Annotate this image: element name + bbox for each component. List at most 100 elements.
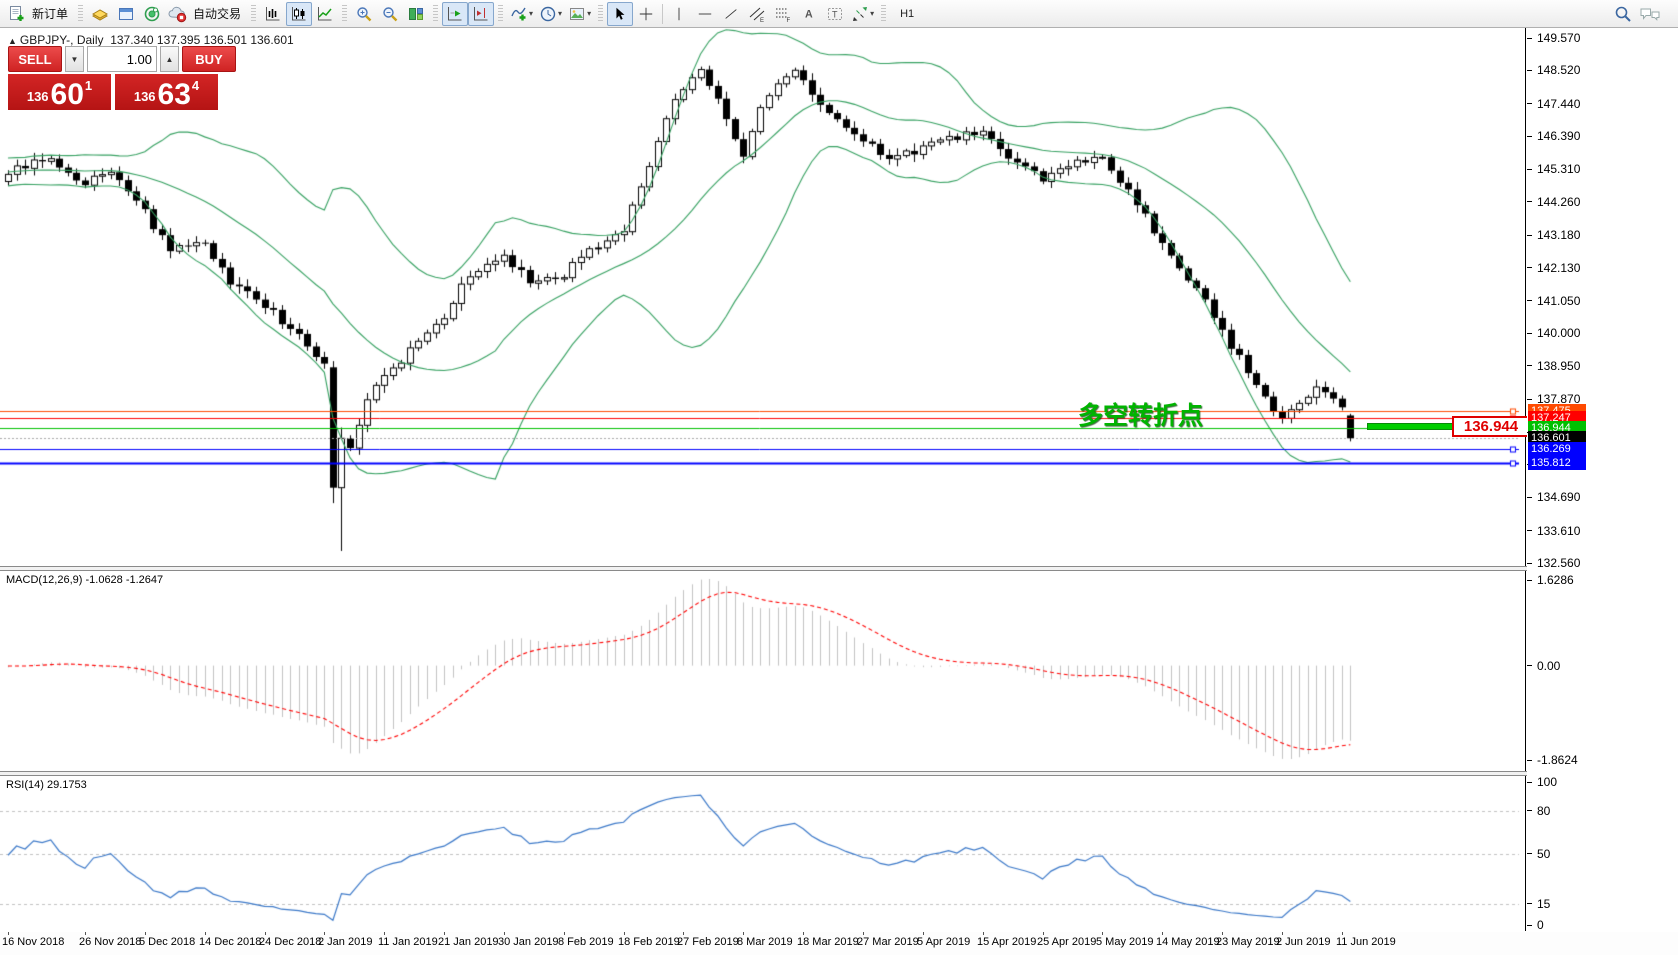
search-icon [1614,5,1632,23]
price-tick: 146.390 [1527,129,1580,143]
rsi-tick: 50 [1527,847,1550,861]
candlestick-chart-button[interactable] [286,2,312,26]
price-tick: 145.310 [1527,162,1580,176]
svg-text:T: T [832,9,838,19]
navigator-button[interactable] [139,2,165,26]
rsi-panel[interactable]: RSI(14) 29.1753 [0,776,1526,931]
svg-text:E: E [760,18,764,23]
sell-price-pip: 1 [85,78,92,93]
volume-down-button[interactable]: ▼ [65,46,84,72]
date-tick-mark [683,932,684,935]
data-window-icon [117,5,135,23]
macd-canvas[interactable] [0,571,1525,771]
chevron-down-icon: ▾ [529,9,533,18]
support-highlight-segment[interactable] [1367,423,1453,430]
date-tick-mark [145,932,146,935]
volume-input[interactable] [87,46,157,72]
price-chart-canvas[interactable] [0,28,1525,566]
date-label: 5 Apr 2019 [917,936,970,948]
date-label: 8 Mar 2019 [737,936,793,948]
tile-windows-button[interactable] [403,2,429,26]
crosshair-button[interactable] [633,2,659,26]
date-label: 27 Mar 2019 [857,936,919,948]
chat-button[interactable] [1636,2,1664,26]
sell-price[interactable]: 136 60 1 [8,74,111,110]
toolbar: 新订单 自动交易 [0,0,1678,28]
buy-price[interactable]: 136 63 4 [115,74,218,110]
vertical-line-button[interactable] [666,2,692,26]
date-label: 15 Apr 2019 [977,936,1036,948]
sell-button[interactable]: SELL [8,46,62,72]
rsi-value: 29.1753 [47,779,87,791]
horizontal-line-button[interactable] [692,2,718,26]
date-label: 18 Mar 2019 [797,936,859,948]
date-label: 27 Feb 2019 [677,936,739,948]
fibonacci-button[interactable]: F [770,2,796,26]
date-label: 24 Dec 2018 [259,936,321,948]
zoom-in-button[interactable] [351,2,377,26]
toolbar-grip [251,5,256,23]
date-label: 2 Jan 2019 [318,936,372,948]
price-tick: 132.560 [1527,556,1580,570]
date-tick-mark [1162,932,1163,935]
collapse-arrow-icon[interactable]: ▲ [8,36,17,46]
auto-trading-button[interactable] [165,2,191,26]
level-price-label: 135.812 [1528,456,1586,470]
new-order-button[interactable] [4,2,30,26]
price-scale[interactable]: 149.570148.520147.440146.390145.310144.2… [1527,28,1678,931]
horizontal-line-icon [697,6,713,22]
price-callout-box[interactable]: 136.944 [1452,416,1530,437]
market-watch-button[interactable] [87,2,113,26]
auto-trading-label[interactable]: 自动交易 [193,5,241,22]
chart-shift-button[interactable] [468,2,494,26]
volume-up-button[interactable]: ▲ [160,46,179,72]
equidistant-channel-icon: E [748,5,766,23]
rsi-canvas[interactable] [0,776,1525,931]
macd-panel[interactable]: MACD(12,26,9) -1.0628 -1.2647 [0,571,1526,771]
search-button[interactable] [1610,2,1636,26]
auto-scroll-button[interactable] [442,2,468,26]
toolbar-grip [433,5,438,23]
date-tick-mark [265,932,266,935]
trendline-button[interactable] [718,2,744,26]
channel-button[interactable]: E [744,2,770,26]
new-order-label[interactable]: 新订单 [32,5,68,22]
timeframe-button-H1[interactable]: H1 [891,2,923,26]
date-label: 2 Jun 2019 [1276,936,1330,948]
price-tick: 144.260 [1527,195,1580,209]
clock-icon [539,5,557,23]
date-label: 5 Dec 2018 [139,936,195,948]
chat-icon [1639,5,1661,23]
data-window-button[interactable] [113,2,139,26]
periods-button[interactable]: ▾ [536,2,565,26]
date-label: 11 Jun 2019 [1336,936,1396,948]
templates-button[interactable]: ▾ [565,2,594,26]
svg-text:F: F [787,18,791,23]
indicators-icon [510,5,528,23]
date-label: 5 May 2019 [1096,936,1153,948]
indicators-button[interactable]: ▾ [507,2,536,26]
text-label-button[interactable]: T [822,2,848,26]
auto-scroll-icon [446,5,464,23]
price-chart-panel[interactable]: ▲GBPJPY-, Daily 137.340 137.395 136.501 … [0,28,1526,566]
date-tick-mark [1282,932,1283,935]
level-price-label: 136.269 [1528,442,1586,456]
date-label: 8 Feb 2019 [558,936,614,948]
bar-chart-button[interactable] [260,2,286,26]
buy-button[interactable]: BUY [182,46,236,72]
candlestick-chart-icon [290,5,308,23]
turning-point-annotation[interactable]: 多空转折点 [1078,396,1203,432]
tile-windows-icon [407,5,425,23]
date-label: 23 May 2019 [1216,936,1280,948]
chevron-down-icon: ▾ [587,9,591,18]
new-order-icon [8,5,26,23]
date-tick-mark [983,932,984,935]
svg-text:A: A [805,8,813,20]
date-label: 30 Jan 2019 [498,936,559,948]
date-axis[interactable]: 16 Nov 201826 Nov 20185 Dec 201814 Dec 2… [0,932,1678,955]
arrows-button[interactable]: ▾ [848,2,877,26]
line-chart-button[interactable] [312,2,338,26]
zoom-out-button[interactable] [377,2,403,26]
cursor-button[interactable] [607,2,633,26]
text-button[interactable]: A [796,2,822,26]
